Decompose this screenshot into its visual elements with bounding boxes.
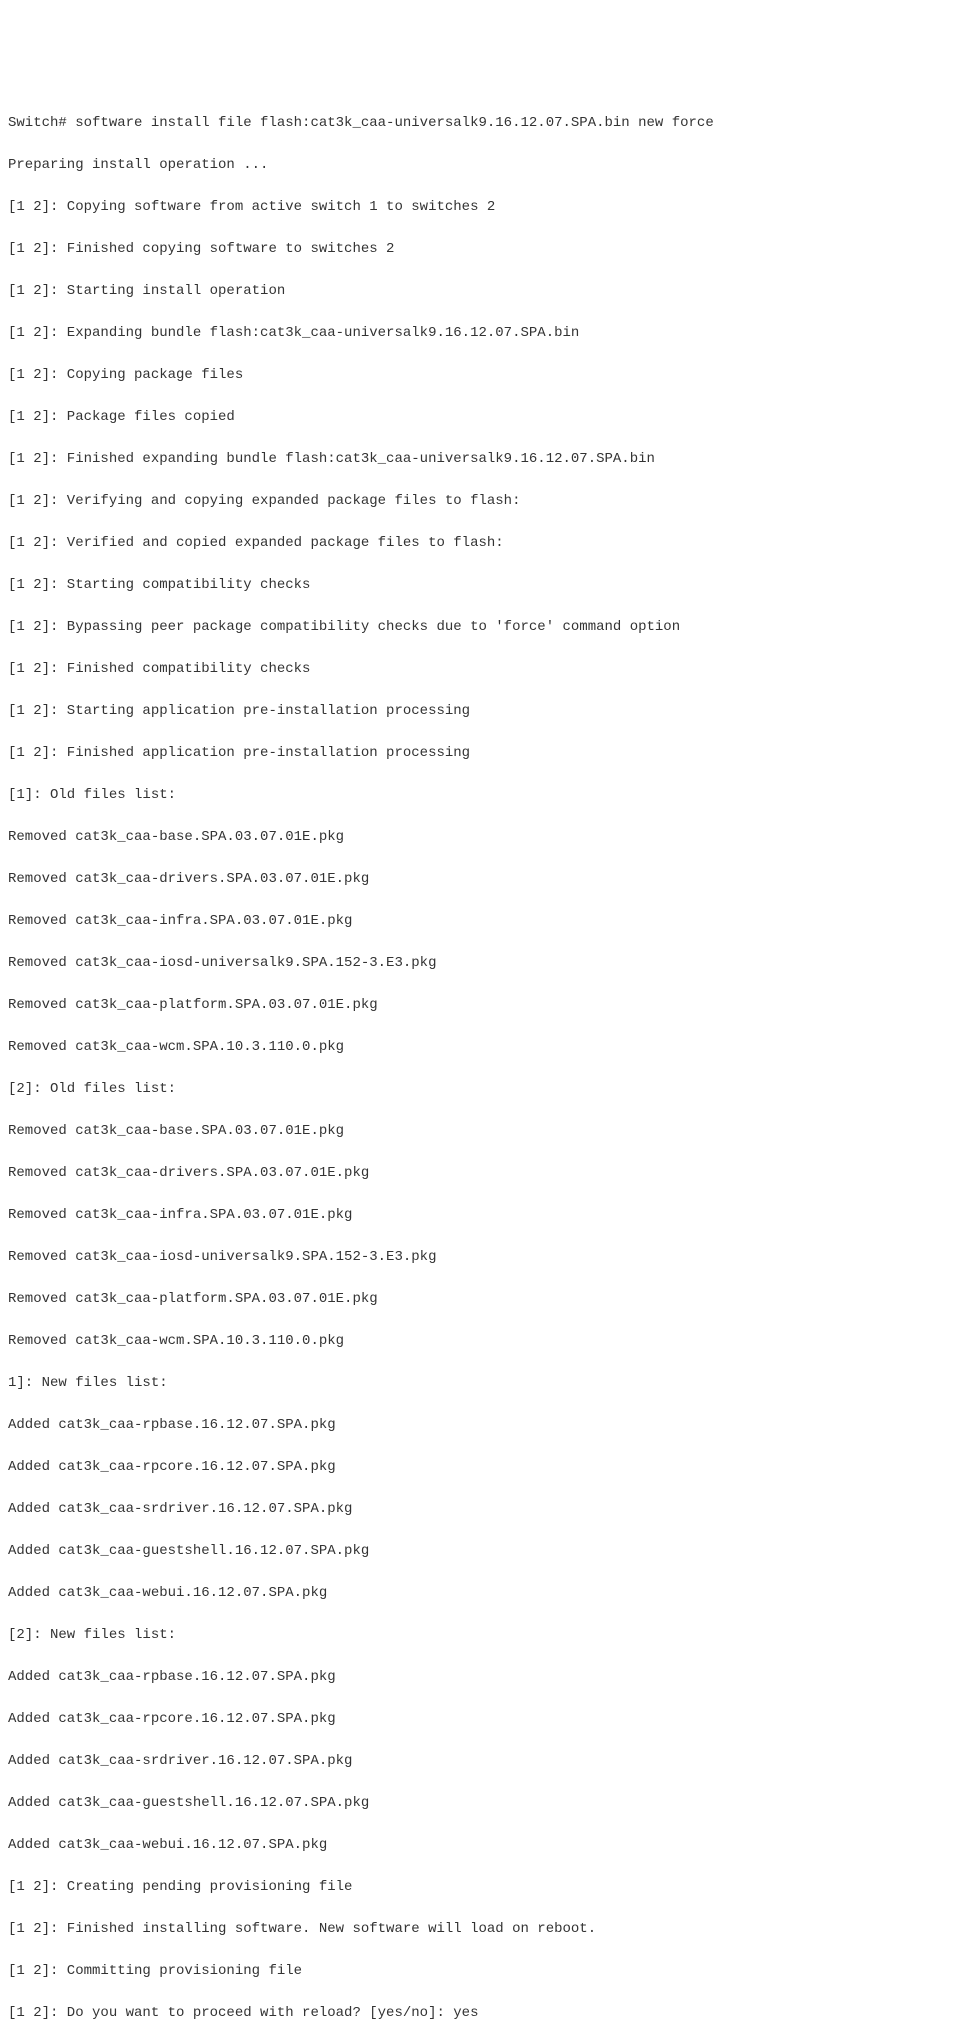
terminal-line: [1 2]: Copying package files	[8, 365, 967, 386]
terminal-line: [1 2]: Verified and copied expanded pack…	[8, 533, 967, 554]
terminal-line: Removed cat3k_caa-iosd-universalk9.SPA.1…	[8, 953, 967, 974]
terminal-line: [1 2]: Finished compatibility checks	[8, 659, 967, 680]
terminal-line: Removed cat3k_caa-wcm.SPA.10.3.110.0.pkg	[8, 1331, 967, 1352]
terminal-line: Removed cat3k_caa-wcm.SPA.10.3.110.0.pkg	[8, 1037, 967, 1058]
terminal-line: Added cat3k_caa-srdriver.16.12.07.SPA.pk…	[8, 1751, 967, 1772]
terminal-line: [1 2]: Starting install operation	[8, 281, 967, 302]
terminal-line: [1 2]: Starting compatibility checks	[8, 575, 967, 596]
terminal-line: [1 2]: Starting application pre-installa…	[8, 701, 967, 722]
terminal-line: Added cat3k_caa-srdriver.16.12.07.SPA.pk…	[8, 1499, 967, 1520]
terminal-line: Added cat3k_caa-webui.16.12.07.SPA.pkg	[8, 1583, 967, 1604]
terminal-line: [1 2]: Finished installing software. New…	[8, 1919, 967, 1940]
terminal-line: Added cat3k_caa-guestshell.16.12.07.SPA.…	[8, 1793, 967, 1814]
terminal-line: Added cat3k_caa-rpbase.16.12.07.SPA.pkg	[8, 1667, 967, 1688]
terminal-line: [1 2]: Package files copied	[8, 407, 967, 428]
terminal-line: [1 2]: Finished expanding bundle flash:c…	[8, 449, 967, 470]
terminal-line: Removed cat3k_caa-drivers.SPA.03.07.01E.…	[8, 1163, 967, 1184]
terminal-line: [1 2]: Expanding bundle flash:cat3k_caa-…	[8, 323, 967, 344]
terminal-line: 1]: New files list:	[8, 1373, 967, 1394]
terminal-line: [1 2]: Do you want to proceed with reloa…	[8, 2003, 967, 2022]
terminal-line: Removed cat3k_caa-infra.SPA.03.07.01E.pk…	[8, 1205, 967, 1226]
terminal-line: [2]: Old files list:	[8, 1079, 967, 1100]
terminal-line: Removed cat3k_caa-base.SPA.03.07.01E.pkg	[8, 1121, 967, 1142]
terminal-line: Removed cat3k_caa-infra.SPA.03.07.01E.pk…	[8, 911, 967, 932]
terminal-line: Added cat3k_caa-guestshell.16.12.07.SPA.…	[8, 1541, 967, 1562]
terminal-line: Removed cat3k_caa-platform.SPA.03.07.01E…	[8, 995, 967, 1016]
terminal-line: Added cat3k_caa-rpcore.16.12.07.SPA.pkg	[8, 1457, 967, 1478]
terminal-line: [1]: Old files list:	[8, 785, 967, 806]
terminal-line: Added cat3k_caa-rpbase.16.12.07.SPA.pkg	[8, 1415, 967, 1436]
terminal-line: [1 2]: Committing provisioning file	[8, 1961, 967, 1982]
terminal-line: [1 2]: Finished copying software to swit…	[8, 239, 967, 260]
terminal-line: [2]: New files list:	[8, 1625, 967, 1646]
terminal-line: [1 2]: Bypassing peer package compatibil…	[8, 617, 967, 638]
terminal-line: [1 2]: Creating pending provisioning fil…	[8, 1877, 967, 1898]
terminal-line: [1 2]: Finished application pre-installa…	[8, 743, 967, 764]
terminal-line: Added cat3k_caa-rpcore.16.12.07.SPA.pkg	[8, 1709, 967, 1730]
terminal-line: Removed cat3k_caa-base.SPA.03.07.01E.pkg	[8, 827, 967, 848]
terminal-line: [1 2]: Copying software from active swit…	[8, 197, 967, 218]
terminal-line: Switch# software install file flash:cat3…	[8, 113, 967, 134]
terminal-output: Switch# software install file flash:cat3…	[8, 92, 967, 2022]
terminal-line: Removed cat3k_caa-drivers.SPA.03.07.01E.…	[8, 869, 967, 890]
terminal-line: [1 2]: Verifying and copying expanded pa…	[8, 491, 967, 512]
terminal-line: Removed cat3k_caa-iosd-universalk9.SPA.1…	[8, 1247, 967, 1268]
terminal-line: Preparing install operation ...	[8, 155, 967, 176]
terminal-line: Added cat3k_caa-webui.16.12.07.SPA.pkg	[8, 1835, 967, 1856]
terminal-line: Removed cat3k_caa-platform.SPA.03.07.01E…	[8, 1289, 967, 1310]
